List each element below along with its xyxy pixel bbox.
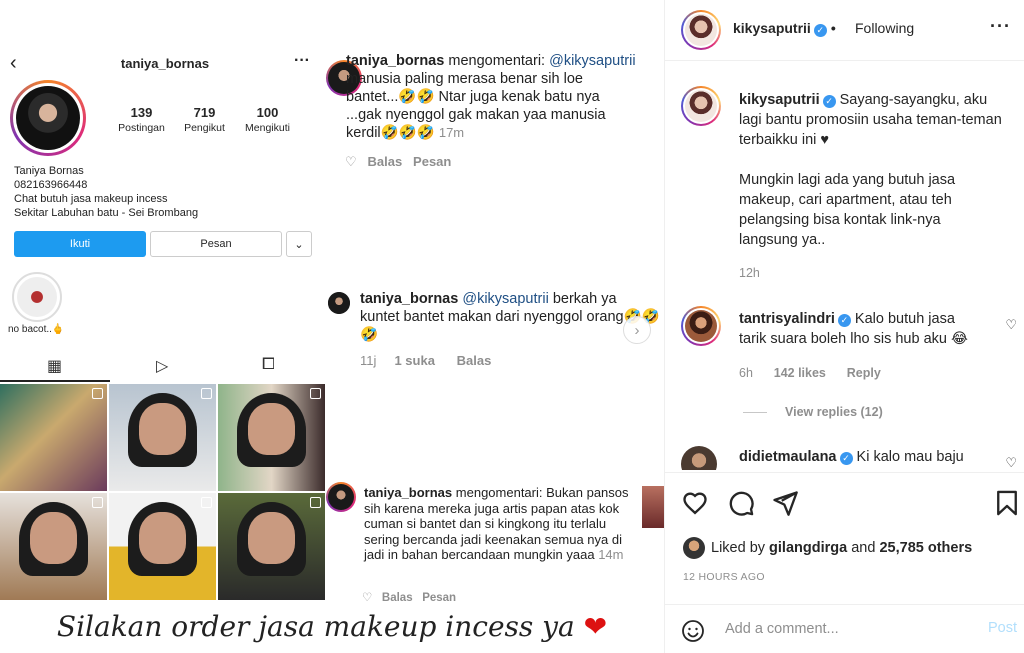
image-comment-3: taniya_bornas mengomentari: Bukan pansos…: [364, 485, 629, 562]
caption-avatar[interactable]: [681, 86, 721, 126]
chevron-right-icon: ›: [623, 316, 651, 344]
verified-badge-icon: ✓: [822, 95, 836, 108]
post-comment-button[interactable]: Post: [988, 620, 1017, 636]
profile-username: taniya_bornas: [120, 56, 210, 71]
view-replies-button[interactable]: View replies (12): [743, 405, 883, 419]
grid-photo: [109, 493, 216, 600]
heart-icon: ❤: [583, 610, 608, 643]
comments-feed[interactable]: kikysaputrii ✓ Sayang-sayangku, aku lagi …: [665, 62, 1024, 470]
verified-badge-icon: ✓: [813, 24, 827, 37]
comment-like-heart-icon[interactable]: ♡: [1005, 317, 1017, 333]
post-actions: Liked by gilangdirga and 25,785 others 1…: [665, 472, 1024, 592]
comment-meta: 6h 142 likes Reply: [739, 366, 881, 380]
stat-followers: 719 Pengikut: [184, 105, 225, 134]
chevron-down-icon: ⌄: [286, 231, 312, 257]
post-header: kikysaputrii ✓ • Following ···: [665, 0, 1024, 61]
grid-photo: [0, 384, 107, 491]
caption-username[interactable]: kikysaputrii: [739, 92, 820, 108]
image-comment-1-actions: ♡ Balas Pesan: [345, 154, 452, 169]
comment-avatar: [328, 292, 350, 314]
emoji-icon[interactable]: [681, 619, 705, 643]
save-bookmark-icon[interactable]: [993, 489, 1021, 517]
grid-photo: [218, 384, 325, 491]
bio-location: Sekitar Labuhan batu - Sei Brombang: [14, 207, 199, 219]
profile-avatar: [10, 80, 86, 156]
profile-stats: 139 Postingan 719 Pengikut 100 Mengikuti: [110, 105, 299, 134]
bio-line: Chat butuh jasa makeup incess: [14, 193, 168, 205]
verified-badge-icon: ✓: [837, 314, 851, 327]
liked-by: Liked by gilangdirga and 25,785 others: [683, 537, 972, 559]
bio-phone: 082163966448: [14, 179, 88, 191]
comment-avatar-didietmaulana[interactable]: [681, 446, 717, 470]
caption-text-2: Mungkin lagi ada yang butuh jasa makeup,…: [739, 172, 956, 248]
comment-username[interactable]: didietmaulana: [739, 449, 837, 465]
comment-icon[interactable]: [727, 489, 755, 517]
comment-didietmaulana: didietmaulana ✓ Ki kalo mau baju: [739, 449, 964, 465]
comment-tantrisyalindri: tantrisyalindri ✓ Kalo butuh jasa tarik s…: [739, 311, 968, 347]
post-image: ‹ taniya_bornas ··· 139 Postingan 719 Peng…: [0, 0, 664, 653]
comment-avatar-tantrisyalindri[interactable]: [681, 306, 721, 346]
profile-tabs: ▦ ▷ ⧠: [0, 352, 330, 382]
image-comment-2-actions: 11j 1 suka Balas: [360, 353, 492, 368]
story-highlight: [12, 272, 62, 322]
comment-avatar: [326, 482, 356, 512]
profile-topbar: ‹ taniya_bornas ···: [0, 50, 330, 76]
bio-name: Taniya Bornas: [14, 165, 84, 177]
likes-count[interactable]: 25,785 others: [879, 540, 972, 556]
verified-badge-icon: ✓: [839, 452, 853, 465]
post-timestamp[interactable]: 12 HOURS AGO: [683, 571, 765, 583]
liker-avatar[interactable]: [683, 537, 705, 559]
more-icon: ···: [294, 52, 310, 69]
image-comment-2: taniya_bornas @kikysaputrii berkah ya ku…: [360, 291, 660, 343]
caption-text: kikysaputrii ✓ Sayang-sayangku, aku lagi …: [739, 92, 1002, 148]
profile-bio: Taniya Bornas 082163966448 Chat butuh ja…: [14, 164, 198, 220]
add-comment-bar: Post: [665, 604, 1024, 653]
author-username[interactable]: kikysaputrii ✓ •: [733, 20, 840, 37]
image-caption-text: Silakan order jasa makeup incess ya ❤: [56, 610, 608, 643]
highlight-label: no bacot..🖕: [8, 324, 65, 335]
grid-photo: [109, 384, 216, 491]
following-button[interactable]: Following: [855, 20, 914, 36]
post-side-panel: kikysaputrii ✓ • Following ··· kikysaputri…: [664, 0, 1024, 653]
image-comment-3-actions: ♡ Balas Pesan: [362, 592, 457, 604]
heart-icon: ♡: [362, 592, 373, 604]
grid-photo: [0, 493, 107, 600]
photo-thumbnail: [642, 486, 664, 528]
share-icon[interactable]: [771, 489, 799, 517]
grid-photo: [218, 493, 325, 600]
stat-following: 100 Mengikuti: [245, 105, 290, 134]
caption-time[interactable]: 12h: [739, 266, 760, 280]
profile-screenshot: ‹ taniya_bornas ··· 139 Postingan 719 Peng…: [0, 40, 330, 600]
message-button-image: Pesan: [150, 231, 282, 257]
comment-username[interactable]: tantrisyalindri: [739, 311, 835, 327]
more-options-icon[interactable]: ···: [990, 16, 1011, 37]
comment-like-heart-icon[interactable]: ♡: [1005, 455, 1017, 470]
comment-reply-button[interactable]: Reply: [847, 366, 881, 380]
image-comment-1: taniya_bornas mengomentari: @kikysaputri…: [346, 53, 636, 141]
like-heart-icon[interactable]: [681, 489, 709, 517]
liker-username[interactable]: gilangdirga: [769, 540, 847, 556]
heart-icon: ♡: [345, 154, 357, 169]
grid-icon: ▦: [47, 358, 63, 375]
author-avatar[interactable]: [681, 10, 721, 50]
comment-time[interactable]: 6h: [739, 366, 753, 380]
comment-likes[interactable]: 142 likes: [774, 366, 826, 380]
tagged-icon: ⧠: [262, 356, 275, 373]
profile-buttons: Ikuti Pesan ⌄: [14, 231, 312, 257]
follow-button-image: Ikuti: [14, 231, 146, 257]
reels-icon: ▷: [156, 358, 169, 375]
photo-grid: [0, 384, 330, 600]
stat-posts: 139 Postingan: [118, 105, 165, 134]
add-comment-input[interactable]: [725, 617, 975, 641]
